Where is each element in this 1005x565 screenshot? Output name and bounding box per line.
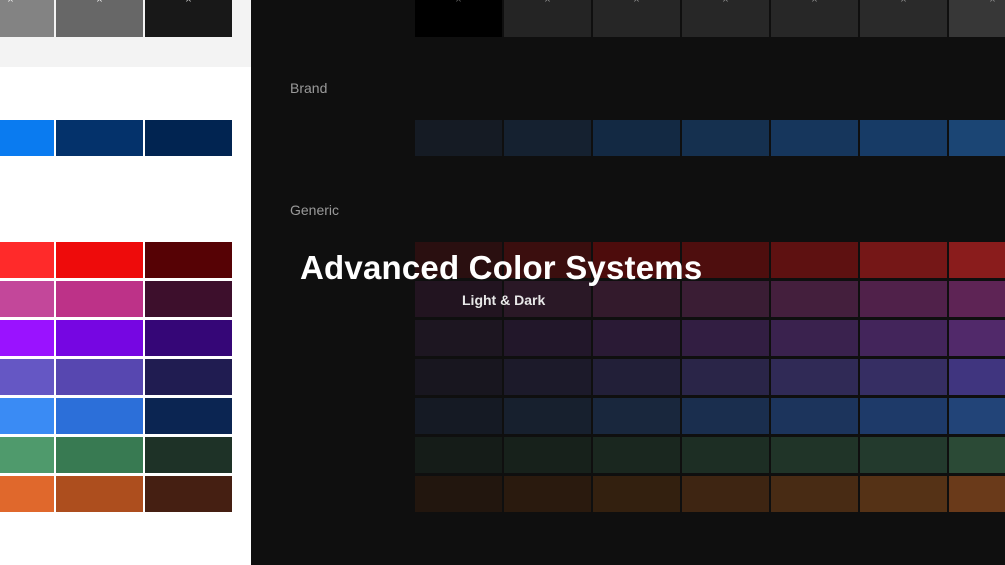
dark-top-star: ×	[900, 0, 907, 6]
dark-generic-swatch	[771, 476, 858, 512]
dark-generic-swatch	[860, 242, 947, 278]
dark-generic-swatch	[771, 281, 858, 317]
dark-generic-swatch	[593, 320, 680, 356]
dark-generic-swatch	[504, 242, 591, 278]
light-generic-swatch	[0, 242, 54, 278]
dark-generic-swatch	[504, 437, 591, 473]
light-generic-swatch	[0, 437, 54, 473]
dark-generic-swatch	[949, 242, 1005, 278]
dark-generic-swatch	[860, 398, 947, 434]
dark-generic-swatch	[415, 281, 502, 317]
dark-generic-swatch	[504, 359, 591, 395]
dark-brand-swatch	[415, 120, 502, 156]
light-generic-swatch	[0, 320, 54, 356]
light-generic-swatch	[56, 437, 143, 473]
light-generic-swatch	[145, 437, 232, 473]
dark-generic-swatch	[771, 398, 858, 434]
dark-generic-swatch	[682, 437, 769, 473]
light-generic-swatch	[0, 359, 54, 395]
dark-generic-swatch	[860, 281, 947, 317]
dark-brand-swatch	[771, 120, 858, 156]
dark-generic-swatch	[949, 359, 1005, 395]
dark-generic-swatch	[682, 476, 769, 512]
light-generic-swatch	[145, 242, 232, 278]
dark-top-star: ×	[455, 0, 462, 6]
dark-generic-swatch	[949, 281, 1005, 317]
dark-generic-swatch	[771, 437, 858, 473]
dark-top-star: ×	[811, 0, 818, 6]
light-generic-swatch	[56, 320, 143, 356]
dark-generic-swatch	[593, 281, 680, 317]
dark-generic-swatch	[415, 476, 502, 512]
dark-generic-swatch	[415, 242, 502, 278]
light-generic-swatch	[56, 476, 143, 512]
dark-generic-swatch	[860, 359, 947, 395]
light-generic-swatch	[56, 398, 143, 434]
light-generic-swatch	[0, 281, 54, 317]
light-generic-swatch	[56, 242, 143, 278]
dark-generic-swatch	[504, 320, 591, 356]
dark-generic-swatch	[771, 242, 858, 278]
light-generic-swatch	[145, 320, 232, 356]
light-generic-swatch	[56, 359, 143, 395]
light-generic-swatch	[145, 476, 232, 512]
dark-generic-swatch	[949, 398, 1005, 434]
generic-heading: Generic	[290, 202, 340, 218]
dark-brand-swatch	[949, 120, 1005, 156]
dark-generic-swatch	[415, 437, 502, 473]
light-top-star: ×	[96, 0, 103, 6]
dark-generic-swatch	[860, 320, 947, 356]
dark-generic-swatch	[682, 281, 769, 317]
dark-generic-swatch	[593, 398, 680, 434]
dark-generic-swatch	[949, 476, 1005, 512]
dark-generic-swatch	[682, 242, 769, 278]
dark-generic-swatch	[949, 320, 1005, 356]
light-brand-swatch	[56, 120, 143, 156]
dark-generic-swatch	[415, 398, 502, 434]
dark-generic-swatch	[860, 437, 947, 473]
dark-generic-swatch	[682, 320, 769, 356]
dark-generic-swatch	[504, 476, 591, 512]
dark-generic-swatch	[593, 359, 680, 395]
dark-generic-swatch	[504, 398, 591, 434]
dark-generic-swatch	[949, 437, 1005, 473]
light-top-star: ×	[185, 0, 192, 6]
dark-generic-swatch	[682, 398, 769, 434]
dark-brand-swatch	[682, 120, 769, 156]
dark-brand-swatch	[860, 120, 947, 156]
light-generic-swatch	[0, 398, 54, 434]
dark-generic-swatch	[593, 476, 680, 512]
light-generic-swatch	[145, 281, 232, 317]
dark-top-star: ×	[989, 0, 996, 6]
light-brand-swatch	[145, 120, 232, 156]
dark-generic-swatch	[504, 281, 591, 317]
dark-generic-swatch	[593, 437, 680, 473]
dark-top-star: ×	[544, 0, 551, 6]
light-generic-swatch	[56, 281, 143, 317]
brand-heading: Brand	[290, 80, 328, 96]
dark-generic-swatch	[682, 359, 769, 395]
dark-top-star: ×	[722, 0, 729, 6]
dark-generic-swatch	[771, 359, 858, 395]
light-top-star: ×	[7, 0, 14, 6]
dark-brand-swatch	[504, 120, 591, 156]
dark-generic-swatch	[593, 242, 680, 278]
light-generic-swatch	[145, 398, 232, 434]
dark-theme-panel: × × × × × × × Brand Generic	[251, 0, 1005, 565]
dark-generic-swatch	[771, 320, 858, 356]
dark-generic-swatch	[415, 359, 502, 395]
light-generic-swatch	[145, 359, 232, 395]
dark-generic-swatch	[860, 476, 947, 512]
dark-brand-swatch	[593, 120, 680, 156]
dark-top-star: ×	[633, 0, 640, 6]
light-generic-swatch	[0, 476, 54, 512]
light-brand-swatch	[0, 120, 54, 156]
dark-generic-swatch	[415, 320, 502, 356]
light-theme-panel: × × ×	[0, 0, 251, 565]
